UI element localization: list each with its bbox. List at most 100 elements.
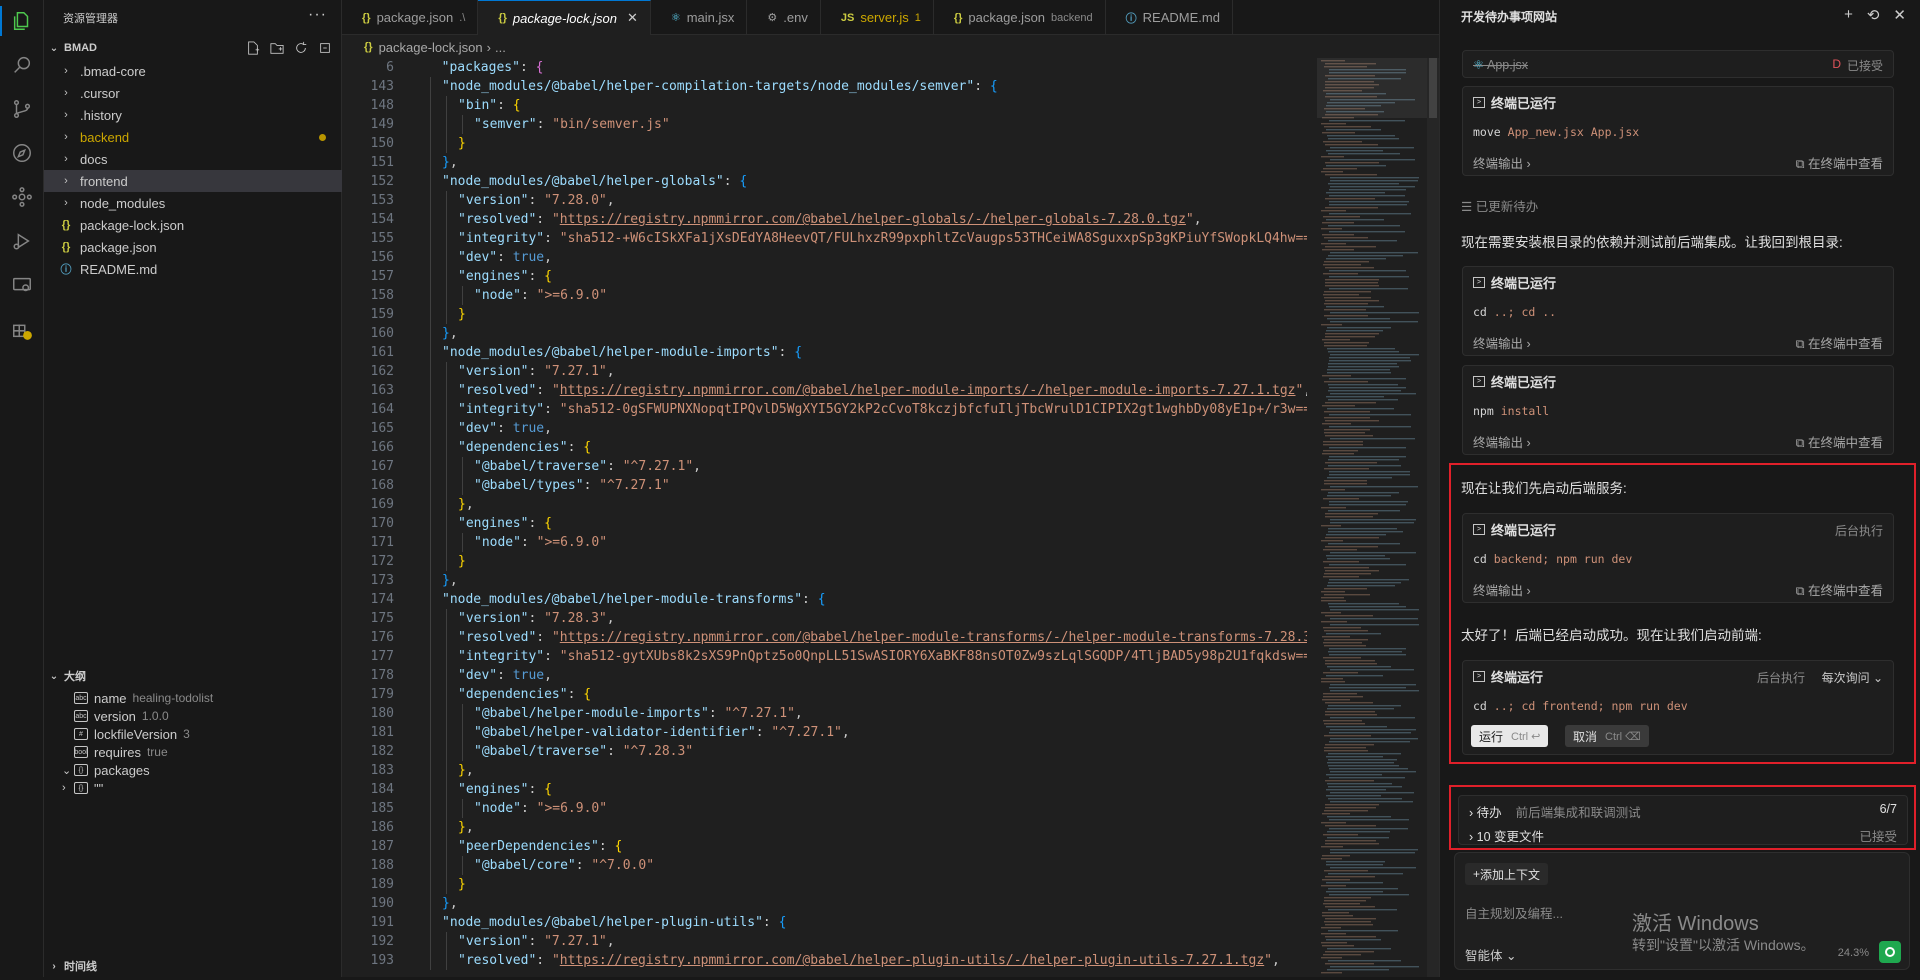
terminal-card-2: > 终端已运行 cd ..; cd .. 终端输出 › ⧉ 在终端中查看	[1462, 266, 1894, 356]
close-tab-icon[interactable]: ✕	[627, 10, 638, 26]
indent-guide	[446, 96, 447, 115]
close-icon[interactable]: ✕	[1893, 6, 1906, 24]
more-actions-icon[interactable]: ···	[308, 6, 327, 24]
explorer-icon[interactable]	[0, 6, 37, 36]
minimap-line	[1321, 156, 1344, 158]
scrollbar-thumb[interactable]	[1429, 58, 1437, 118]
new-file-icon[interactable]	[244, 39, 262, 57]
code-content: "resolved": "https://registry.npmmirror.…	[458, 951, 1280, 970]
tree-item[interactable]: › .cursor	[44, 82, 342, 104]
agent-mode-dropdown[interactable]: 智能体 ⌄	[1465, 945, 1516, 964]
minimap-line	[1321, 507, 1346, 509]
history-icon[interactable]: ⟲	[1867, 6, 1880, 24]
minimap-line	[1325, 906, 1375, 908]
code-token: "@babel/traverse"	[474, 459, 608, 474]
run-button[interactable]: 运行 Ctrl ↩	[1471, 725, 1549, 747]
minimap-line	[1327, 135, 1395, 137]
code-token: "packages"	[441, 60, 520, 75]
extensions-icon[interactable]	[7, 182, 37, 212]
tree-item[interactable]: › node_modules	[44, 192, 342, 214]
terminal-output-toggle[interactable]: 终端输出 ›	[1473, 580, 1531, 599]
terminal-output-toggle[interactable]: 终端输出 ›	[1473, 432, 1531, 451]
search-icon[interactable]	[7, 50, 37, 80]
minimap-viewport[interactable]	[1317, 58, 1427, 118]
tree-item[interactable]: › docs	[44, 148, 342, 170]
collapse-all-icon[interactable]	[316, 39, 334, 57]
assistant-message-3: 太好了！后端已经启动成功。现在让我们启动前端:	[1461, 628, 1762, 643]
editor-area: {} package.json .\ {} package-lock.json ✕ ⚛ mai…	[342, 0, 1439, 977]
terminal-output-toggle[interactable]: 终端输出 ›	[1473, 153, 1531, 172]
tree-item[interactable]: › .history	[44, 104, 342, 126]
editor-tab[interactable]: {} package-lock.json ✕	[478, 0, 651, 35]
line-number: 165	[370, 421, 394, 436]
breadcrumb-file[interactable]: package-lock.json	[379, 40, 483, 55]
editor-tab[interactable]: ⚙ .env	[747, 0, 821, 35]
tree-item[interactable]: ⓘ README.md	[44, 258, 342, 280]
indent-guide	[446, 742, 447, 761]
chat-input-placeholder[interactable]: 自主规划及编程...	[1465, 903, 1563, 922]
minimap-line	[1321, 597, 1344, 599]
indent-guide	[446, 286, 447, 305]
minimap-line	[1325, 660, 1375, 662]
new-chat-icon[interactable]: +	[1844, 6, 1853, 24]
code-content: "engines": {	[458, 267, 552, 286]
indent-guide	[430, 761, 431, 780]
tree-item[interactable]: › backend	[44, 126, 342, 148]
code-content: "node_modules/@babel/helper-globals": {	[442, 172, 747, 191]
open-in-terminal[interactable]: ⧉ 在终端中查看	[1796, 580, 1883, 599]
tree-item[interactable]: › frontend	[44, 170, 342, 192]
editor-tab[interactable]: {} package.json .\	[342, 0, 479, 35]
editor-tab[interactable]: ⓘ README.md	[1106, 0, 1233, 35]
json-file-icon: {}	[61, 241, 71, 253]
open-in-terminal[interactable]: ⧉ 在终端中查看	[1796, 432, 1883, 451]
indent-guide	[446, 552, 447, 571]
remote-icon[interactable]	[7, 270, 37, 300]
open-in-terminal[interactable]: ⧉ 在终端中查看	[1796, 153, 1883, 172]
editor-tab[interactable]: ⚛ main.jsx	[651, 0, 748, 35]
run-debug-icon[interactable]	[7, 226, 37, 256]
open-in-terminal[interactable]: ⧉ 在终端中查看	[1796, 333, 1883, 352]
breadcrumb-symbol[interactable]: ...	[495, 40, 506, 55]
code-token: https://registry.npmmirror.com/@babel/he…	[559, 383, 1296, 398]
editor-tab[interactable]: {} package.json backend	[934, 0, 1106, 35]
minimap[interactable]	[1317, 58, 1427, 977]
minimap-line	[1329, 195, 1405, 197]
new-folder-icon[interactable]	[268, 39, 286, 57]
tree-item[interactable]: › .bmad-core	[44, 60, 342, 82]
minimap-line	[1325, 840, 1376, 842]
outline-header[interactable]: ⌄ 大纲	[44, 665, 342, 687]
line-number: 6	[386, 60, 394, 75]
compass-icon[interactable]	[7, 138, 37, 168]
editor-scrollbar[interactable]	[1427, 58, 1439, 977]
changed-files-row[interactable]: › 10 变更文件	[1469, 826, 1544, 845]
tree-item[interactable]: {} package-lock.json	[44, 214, 342, 236]
outline-item[interactable]: › {} ""	[44, 777, 342, 799]
code-content: "@babel/traverse": "^7.28.3"	[474, 742, 693, 761]
code-token: "node_modules/@babel/helper-plugin-utils…	[442, 915, 763, 930]
cancel-button[interactable]: 取消 Ctrl ⌫	[1565, 725, 1649, 747]
indent-guide	[430, 77, 431, 96]
send-button[interactable]	[1879, 941, 1901, 963]
minimap-line	[1324, 237, 1368, 239]
minimap-line	[1327, 348, 1395, 350]
editor-tab[interactable]: JS server.js 1	[821, 0, 934, 35]
todo-row[interactable]: › 待办 前后端集成和联调测试	[1469, 802, 1641, 821]
extensions-warning-icon[interactable]	[7, 314, 37, 344]
file-change-item[interactable]: ⚛ App.jsx D 已接受	[1462, 50, 1894, 78]
refresh-icon[interactable]	[292, 39, 310, 57]
add-context-button[interactable]: + 添加上下文	[1465, 863, 1549, 885]
timeline-header[interactable]: › 时间线	[44, 955, 342, 977]
tree-item[interactable]: {} package.json	[44, 236, 342, 258]
minimap-line	[1326, 396, 1384, 398]
terminal-output-toggle[interactable]: 终端输出 ›	[1473, 333, 1531, 352]
line-number: 169	[370, 497, 394, 512]
minimap-line	[1328, 582, 1401, 584]
chevron-down-icon: ⌄	[62, 764, 72, 777]
code-editor[interactable]: 6 "packages": {143 "node_modules/@babel/h…	[342, 58, 1307, 977]
workspace-header[interactable]: ⌄ BMAD	[44, 37, 342, 59]
indent-guide	[430, 343, 431, 362]
approval-mode-dropdown[interactable]: 每次询问 ⌄	[1822, 669, 1883, 686]
source-control-icon[interactable]	[7, 94, 37, 124]
code-line: 149 "semver": "bin/semver.js"	[342, 115, 1307, 134]
code-token: https://registry.npmmirror.com/@babel/he…	[559, 630, 1307, 645]
